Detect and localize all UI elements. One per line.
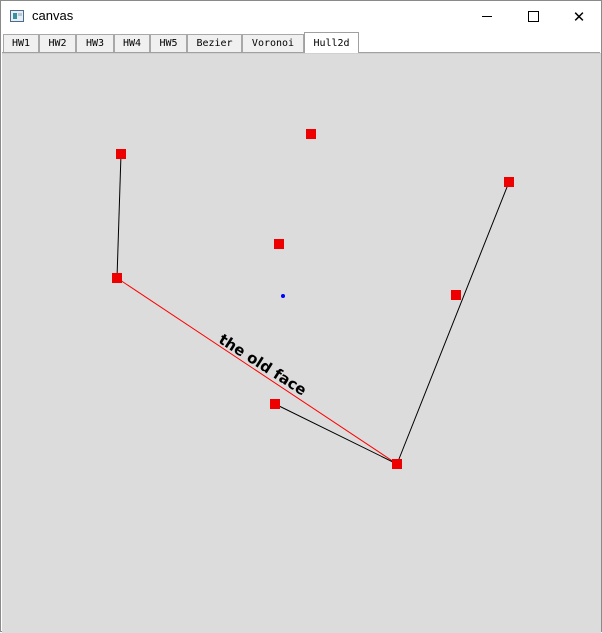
tab-bezier[interactable]: Bezier — [187, 34, 242, 52]
vertex-point[interactable] — [451, 290, 461, 300]
vertex-point[interactable] — [504, 177, 514, 187]
centroid-point — [281, 294, 285, 298]
hull-edge — [274, 403, 398, 465]
app-icon — [10, 10, 24, 22]
tab-bar: HW1 HW2 HW3 HW4 HW5 Bezier Voronoi Hull2… — [2, 32, 600, 53]
drawing-canvas[interactable]: the old face — [2, 53, 601, 633]
minimize-icon — [482, 16, 492, 17]
vertex-point[interactable] — [274, 239, 284, 249]
hull-svg[interactable]: the old face — [2, 54, 601, 633]
maximize-icon — [527, 11, 539, 22]
close-icon: ✕ — [572, 7, 586, 26]
hull-edge — [396, 181, 510, 465]
vertex-point[interactable] — [112, 273, 122, 283]
hull-edge — [116, 153, 122, 279]
close-button[interactable]: ✕ — [556, 1, 602, 32]
maximize-button[interactable] — [510, 1, 556, 32]
minimize-button[interactable] — [464, 1, 510, 32]
old-face-label: the old face — [216, 330, 310, 399]
vertex-point[interactable] — [116, 149, 126, 159]
title-bar[interactable]: canvas ✕ — [1, 1, 601, 32]
tab-hw5[interactable]: HW5 — [150, 34, 187, 52]
app-window: canvas ✕ HW1 HW2 HW3 HW4 HW5 Bezier Voro… — [0, 0, 602, 633]
tab-hw1[interactable]: HW1 — [3, 34, 39, 52]
tab-hw2[interactable]: HW2 — [39, 34, 76, 52]
tab-hw4[interactable]: HW4 — [114, 34, 150, 52]
window-title: canvas — [32, 8, 74, 23]
vertex-point[interactable] — [270, 399, 280, 409]
tab-voronoi[interactable]: Voronoi — [242, 34, 304, 52]
tab-hull2d[interactable]: Hull2d — [304, 32, 359, 53]
vertex-point[interactable] — [306, 129, 316, 139]
vertex-point[interactable] — [392, 459, 402, 469]
tab-hw3[interactable]: HW3 — [76, 34, 114, 52]
